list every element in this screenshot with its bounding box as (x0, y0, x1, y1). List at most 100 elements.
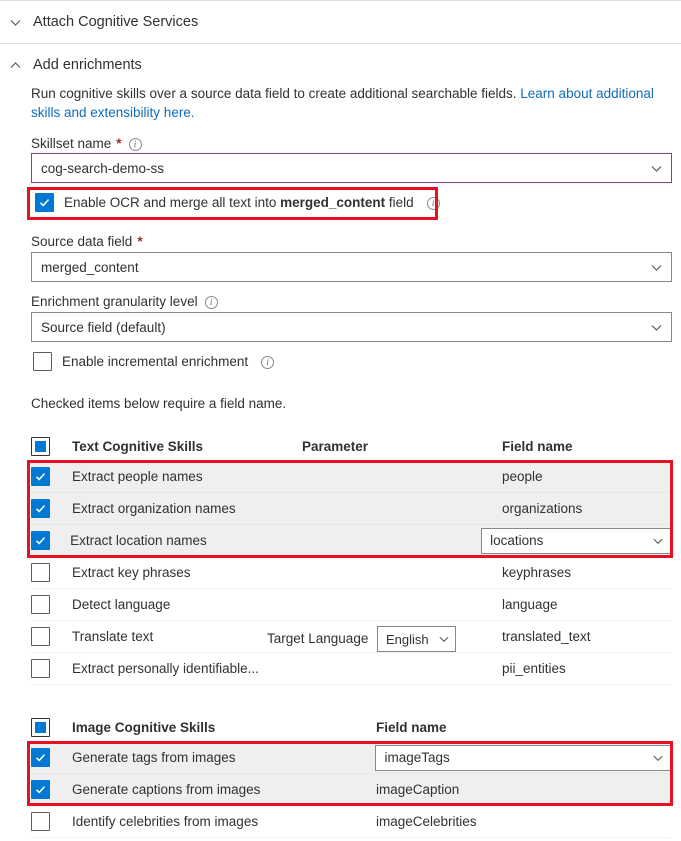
row-field-name-input[interactable]: locations (481, 527, 671, 554)
row-skill-label: Extract people names (72, 469, 203, 484)
select-all-checkbox[interactable] (31, 436, 50, 456)
skillset-name-input[interactable]: cog-search-demo-ss (31, 153, 672, 183)
row-checkbox-cell[interactable] (31, 531, 70, 550)
target-language-label: Target Language (267, 631, 369, 646)
enable-ocr-checkbox-row[interactable]: Enable OCR and merge all text into merge… (35, 193, 440, 212)
image-skills-header-field-name: Field name (376, 719, 447, 735)
row-checkbox[interactable] (31, 627, 50, 646)
table-row[interactable]: Extract personally identifiable... pii_e… (31, 653, 671, 685)
chevron-down-icon[interactable] (644, 752, 664, 764)
info-icon[interactable]: i (261, 356, 275, 369)
skillset-name-label: Skillset name * i (31, 136, 142, 151)
info-icon[interactable]: i (128, 138, 142, 151)
row-field-name-input[interactable]: imageTags (375, 744, 671, 771)
image-skills-table-header: Image Cognitive Skills Field name (31, 712, 671, 742)
field-name-note: Checked items below require a field name… (31, 396, 287, 411)
row-checkbox[interactable] (31, 748, 50, 767)
chevron-down-icon[interactable] (650, 162, 663, 175)
text-skills-header-field-name: Field name (502, 438, 573, 454)
table-row[interactable]: Identify celebrities from images imageCe… (31, 806, 671, 838)
row-checkbox[interactable] (31, 531, 50, 550)
image-cognitive-skills-table: Image Cognitive Skills Field name Genera… (31, 712, 671, 838)
row-field-name: imageCaption (376, 782, 460, 797)
text-skills-select-all-cell[interactable] (31, 436, 72, 456)
row-checkbox[interactable] (31, 659, 50, 678)
source-data-field-value: merged_content (41, 259, 139, 275)
skillset-name-value: cog-search-demo-ss (41, 160, 165, 176)
row-checkbox-cell[interactable] (31, 563, 72, 582)
section-title-add-enrichments: Add enrichments (33, 57, 142, 73)
section-header-add-enrichments[interactable]: Add enrichments (0, 43, 681, 86)
enable-incremental-enrichment-label: Enable incremental enrichment (62, 354, 249, 369)
chevron-down-icon[interactable] (650, 321, 663, 334)
row-skill-label: Identify celebrities from images (72, 814, 259, 829)
row-field-name: keyphrases (502, 565, 572, 580)
table-row[interactable]: Extract organization names organizations (31, 493, 671, 525)
row-skill-label: Generate tags from images (71, 750, 236, 765)
enable-ocr-label-after: field (385, 195, 414, 210)
row-skill-label: Extract personally identifiable... (72, 661, 259, 676)
chevron-down-icon (0, 16, 30, 29)
row-checkbox[interactable] (31, 499, 50, 518)
chevron-up-icon (0, 59, 30, 72)
image-skills-header-skills: Image Cognitive Skills (72, 719, 216, 735)
row-field-name: locations (490, 533, 544, 548)
row-checkbox-cell[interactable] (31, 627, 72, 646)
row-field-name: translated_text (502, 629, 591, 644)
enrichment-granularity-label: Enrichment granularity level i (31, 294, 218, 309)
enable-ocr-label: Enable OCR and merge all text into merge… (64, 195, 414, 210)
row-checkbox-cell[interactable] (31, 812, 72, 831)
row-checkbox-cell[interactable] (31, 748, 72, 767)
row-checkbox[interactable] (31, 595, 50, 614)
required-asterisk: * (116, 136, 122, 151)
info-icon[interactable]: i (204, 296, 218, 309)
select-all-checkbox[interactable] (31, 717, 50, 737)
chevron-down-icon[interactable] (438, 633, 450, 645)
row-skill-label: Generate captions from images (72, 782, 261, 797)
target-language-select[interactable]: English (377, 626, 456, 652)
enrichment-granularity-value: Source field (default) (41, 319, 166, 335)
chevron-down-icon[interactable] (644, 535, 664, 547)
required-asterisk: * (137, 234, 143, 249)
section-header-attach-cognitive-services[interactable]: Attach Cognitive Services (0, 0, 681, 43)
row-skill-label: Extract key phrases (72, 565, 191, 580)
enable-ocr-checkbox[interactable] (35, 193, 54, 212)
table-row[interactable]: Extract people names people (31, 461, 671, 493)
row-checkbox-cell[interactable] (31, 467, 72, 486)
row-field-name: pii_entities (502, 661, 566, 676)
row-checkbox[interactable] (31, 780, 50, 799)
table-row[interactable]: Generate tags from images imageTags (31, 742, 671, 774)
source-data-field-label: Source data field * (31, 234, 143, 249)
text-skills-header-skills: Text Cognitive Skills (72, 438, 204, 454)
text-cognitive-skills-table: Text Cognitive Skills Parameter Field na… (31, 431, 671, 685)
source-data-field-label-text: Source data field (31, 234, 133, 249)
table-row[interactable]: Extract location names locations (31, 525, 671, 557)
image-skills-select-all-cell[interactable] (31, 717, 72, 737)
row-skill-label: Detect language (72, 597, 171, 612)
row-checkbox-cell[interactable] (31, 499, 72, 518)
row-checkbox-cell[interactable] (31, 659, 72, 678)
row-field-name: language (502, 597, 558, 612)
section-description: Run cognitive skills over a source data … (31, 84, 665, 122)
info-icon[interactable]: i (426, 197, 440, 210)
skillset-name-label-text: Skillset name (31, 136, 112, 151)
text-skills-header-parameter: Parameter (302, 438, 369, 454)
row-field-name: imageTags (384, 750, 450, 765)
row-field-name: organizations (502, 501, 583, 516)
table-row[interactable]: Extract key phrases keyphrases (31, 557, 671, 589)
row-skill-label: Extract organization names (72, 501, 236, 516)
row-checkbox-cell[interactable] (31, 780, 72, 799)
chevron-down-icon[interactable] (650, 261, 663, 274)
table-row[interactable]: Detect language language (31, 589, 671, 621)
row-checkbox[interactable] (31, 563, 50, 582)
row-checkbox[interactable] (31, 467, 50, 486)
source-data-field-select[interactable]: merged_content (31, 252, 672, 282)
enable-incremental-enrichment-checkbox[interactable] (33, 352, 52, 371)
section-title-attach-cognitive-services: Attach Cognitive Services (33, 14, 199, 30)
row-checkbox-cell[interactable] (31, 595, 72, 614)
enrichment-configuration-page: Attach Cognitive Services Add enrichment… (0, 0, 681, 841)
enrichment-granularity-select[interactable]: Source field (default) (31, 312, 672, 342)
row-checkbox[interactable] (31, 812, 50, 831)
enable-incremental-enrichment-row[interactable]: Enable incremental enrichment i (33, 352, 275, 371)
table-row[interactable]: Generate captions from images imageCapti… (31, 774, 671, 806)
